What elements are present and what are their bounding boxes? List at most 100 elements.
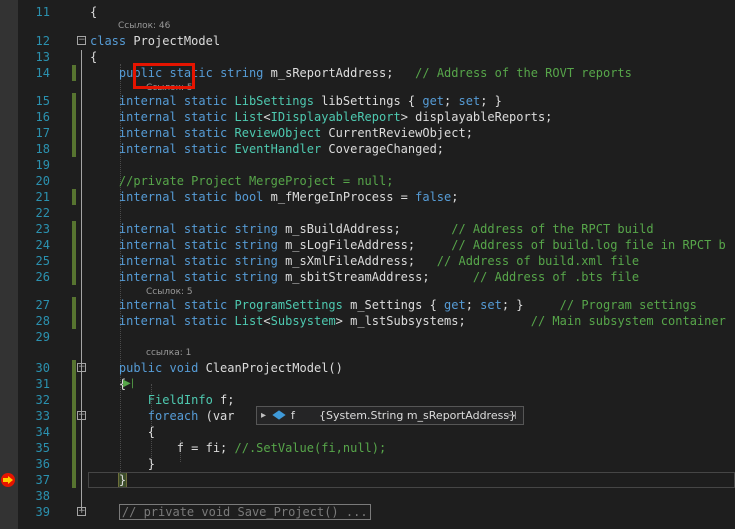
datatip-popup[interactable]: ▸ f {System.String m_sReportAddress} ⊣ — [256, 406, 524, 425]
code-line[interactable]: 30 − public void CleanProjectModel() — [0, 360, 735, 376]
code-token: m_sXmlFileAddress; — [285, 254, 437, 268]
code-token: internal — [90, 254, 184, 268]
breakpoint-execution-icon[interactable] — [1, 473, 15, 487]
code-line[interactable]: 14 public static string m_sReportAddress… — [0, 65, 735, 81]
code-text[interactable]: // private void Save_Project() ... — [90, 504, 371, 520]
code-line[interactable]: 11 { — [0, 4, 735, 20]
code-token: Subsystem — [270, 314, 336, 328]
change-tracking-bar — [72, 376, 76, 392]
line-number: 19 — [35, 158, 50, 172]
code-text[interactable]: class ProjectModel — [90, 33, 220, 49]
code-line[interactable]: 34 { — [0, 424, 735, 440]
line-number: 24 — [35, 238, 50, 252]
code-line[interactable]: 13 { — [0, 49, 735, 65]
code-text[interactable]: f = fi; //.SetValue(fi,null); — [90, 440, 387, 456]
code-token: static — [183, 126, 235, 140]
code-line[interactable]: 31 { — [0, 376, 735, 392]
code-token: { — [90, 5, 98, 19]
code-token: internal — [90, 190, 184, 204]
code-token: ; } — [480, 94, 502, 108]
line-number: 16 — [35, 110, 50, 124]
code-line[interactable]: 28 internal static List<Subsystem> m_lst… — [0, 313, 735, 329]
collapse-region-icon[interactable]: − — [77, 363, 86, 372]
code-line[interactable]: 12 − class ProjectModel — [0, 33, 735, 49]
code-text[interactable]: internal static LibSettings libSettings … — [90, 93, 502, 109]
code-text[interactable]: { — [90, 4, 97, 20]
code-token: internal — [90, 238, 184, 252]
code-token: static — [183, 94, 235, 108]
code-line[interactable]: 15 internal static LibSettings libSettin… — [0, 93, 735, 109]
code-token: } — [90, 457, 156, 471]
code-text[interactable]: internal static ReviewObject CurrentRevi… — [90, 125, 473, 141]
code-line[interactable]: 36 } — [0, 456, 735, 472]
code-text[interactable]: public void CleanProjectModel() — [90, 360, 343, 376]
code-line[interactable]: 24 internal static string m_sLogFileAddr… — [0, 237, 735, 253]
code-text[interactable]: internal static string m_sLogFileAddress… — [90, 237, 726, 253]
code-line[interactable]: 20 //private Project MergeProject = null… — [0, 173, 735, 189]
code-text[interactable]: internal static List<Subsystem> m_lstSub… — [90, 313, 726, 329]
code-editor[interactable]: 11 {12− class ProjectModel 13{14 public sta… — [0, 0, 735, 529]
reference-count-lens[interactable]: ссылка: 1 — [146, 347, 191, 360]
line-number: 29 — [35, 330, 50, 344]
code-line[interactable]: 39 + // private void Save_Project() ... — [0, 504, 735, 520]
line-number: 35 — [35, 441, 50, 455]
code-line[interactable]: 18 internal static EventHandler Coverage… — [0, 141, 735, 157]
line-number: 23 — [35, 222, 50, 236]
code-token: m_sLogFileAddress; — [285, 238, 452, 252]
reference-count-lens[interactable]: Ссылок: 5 — [146, 286, 193, 299]
code-text[interactable]: internal static string m_sBuildAddress; … — [90, 221, 654, 237]
code-text[interactable]: { — [90, 49, 97, 65]
code-line[interactable]: 22 — [0, 205, 735, 221]
code-text[interactable]: foreach (var — [90, 408, 235, 424]
code-line[interactable]: 25 internal static string m_sXmlFileAddr… — [0, 253, 735, 269]
line-number: 39 — [35, 505, 50, 519]
code-line[interactable]: 23 internal static string m_sBuildAddres… — [0, 221, 735, 237]
code-text[interactable]: FieldInfo f; — [90, 392, 235, 408]
collapse-region-icon[interactable]: − — [77, 36, 86, 45]
code-text[interactable]: internal static string m_sXmlFileAddress… — [90, 253, 639, 269]
code-line[interactable]: 38 — [0, 488, 735, 504]
code-text[interactable]: internal static EventHandler CoverageCha… — [90, 141, 444, 157]
expand-region-icon[interactable]: + — [77, 507, 86, 516]
change-tracking-bar — [72, 297, 76, 313]
collapse-region-icon[interactable]: − — [77, 411, 86, 420]
code-line[interactable]: 19 — [0, 157, 735, 173]
code-token: get — [422, 94, 445, 108]
code-line[interactable]: 29 — [0, 329, 735, 345]
code-line[interactable]: 26 internal static string m_sbitStreamAd… — [0, 269, 735, 285]
code-text[interactable]: } — [90, 456, 155, 472]
code-token: get — [444, 298, 466, 312]
code-text[interactable]: internal static string m_sbitStreamAddre… — [90, 269, 639, 285]
code-line[interactable]: 17 internal static ReviewObject CurrentR… — [0, 125, 735, 141]
line-number: 11 — [35, 5, 50, 19]
code-text[interactable]: { — [90, 424, 155, 440]
code-text[interactable]: internal static List<IDisplayableReport>… — [90, 109, 553, 125]
code-line[interactable]: 35 f = fi; //.SetValue(fi,null); — [0, 440, 735, 456]
line-number: 26 — [35, 270, 50, 284]
code-token: { — [90, 50, 98, 64]
code-text[interactable]: internal static bool m_fMergeInProcess =… — [90, 189, 459, 205]
reference-count-lens[interactable]: Ссылок: 46 — [118, 20, 170, 33]
code-token: // Address of the ROVT reports — [415, 66, 632, 80]
change-tracking-bar — [72, 237, 76, 253]
code-token: List — [234, 314, 264, 328]
code-line[interactable]: 21 internal static bool m_fMergeInProces… — [0, 189, 735, 205]
code-text[interactable]: { — [90, 376, 126, 392]
code-text[interactable]: internal static ProgramSettings m_Settin… — [90, 297, 697, 313]
code-text[interactable]: //private Project MergeProject = null; — [90, 173, 394, 189]
code-token: internal — [90, 94, 184, 108]
code-token: f = fi; — [90, 441, 235, 455]
code-line[interactable]: 16 internal static List<IDisplayableRepo… — [0, 109, 735, 125]
code-token: string — [234, 222, 286, 236]
code-token: // Address of build.log file in RPCT b — [451, 238, 726, 252]
pin-icon[interactable]: ⊣ — [507, 407, 517, 424]
line-number: 38 — [35, 489, 50, 503]
line-number: 34 — [35, 425, 50, 439]
expand-chevron-icon[interactable]: ▸ — [261, 407, 266, 424]
line-number: 20 — [35, 174, 50, 188]
code-token: f; — [220, 393, 235, 407]
run-to-click-icon[interactable]: ▶| — [123, 378, 134, 389]
datatip-value[interactable]: {System.String m_sReportAddress} — [319, 407, 516, 424]
code-line[interactable]: 27 internal static ProgramSettings m_Set… — [0, 297, 735, 313]
code-token: static — [183, 298, 235, 312]
